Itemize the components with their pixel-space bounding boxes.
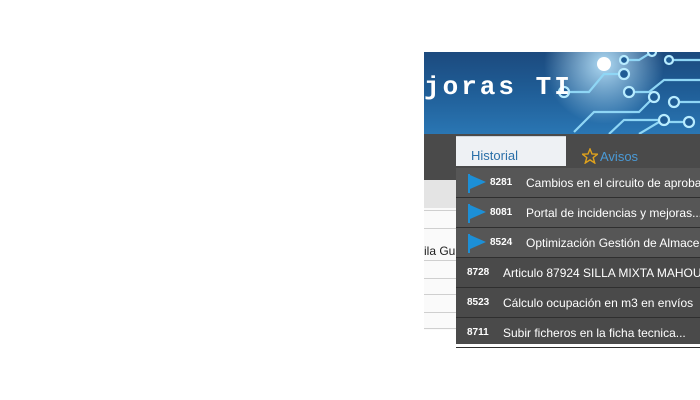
notification-id: 8524 — [490, 237, 513, 248]
notification-item[interactable]: 8711 Subir ficheros en la ficha tecnica.… — [456, 318, 700, 348]
tab-avisos-label[interactable]: Avisos — [600, 149, 638, 164]
notification-item[interactable]: 8524 Optimización Gestión de Almacen — [456, 228, 700, 258]
notification-id: 8081 — [490, 207, 513, 218]
notification-title: Cálculo ocupación en m3 en envíos — [503, 295, 694, 310]
app-title: joras TI — [424, 72, 573, 102]
notification-item[interactable]: 8728 Articulo 87924 SILLA MIXTA MAHOU — [456, 258, 700, 288]
header-banner: joras TI — [424, 52, 700, 134]
tab-avisos[interactable]: Avisos — [582, 146, 638, 166]
notification-item[interactable]: 8081 Portal de incidencias y mejoras... — [456, 198, 700, 228]
notification-item[interactable]: 8523 Cálculo ocupación en m3 en envíos — [456, 288, 700, 318]
notification-title: Portal de incidencias y mejoras... — [526, 205, 700, 220]
flag-icon — [468, 173, 486, 193]
star-icon — [582, 148, 598, 164]
avisos-dropdown: 8281 Cambios en el circuito de aprobac 8… — [456, 168, 700, 348]
flag-icon — [468, 203, 486, 223]
notification-id: 8711 — [467, 327, 489, 338]
notification-title: Cambios en el circuito de aprobac — [526, 175, 700, 190]
notification-id: 8728 — [467, 267, 490, 278]
notification-title: Articulo 87924 SILLA MIXTA MAHOU — [503, 265, 700, 280]
flag-icon — [468, 233, 486, 253]
background-name-cell: ila Gu — [424, 244, 456, 258]
notification-title: Optimización Gestión de Almacen — [526, 235, 700, 250]
notification-id: 8281 — [490, 177, 513, 188]
notification-id: 8523 — [467, 297, 490, 308]
tab-historial-label[interactable]: Historial — [471, 148, 518, 163]
notification-title: Subir ficheros en la ficha tecnica... — [503, 325, 686, 340]
notification-item[interactable]: 8281 Cambios en el circuito de aprobac — [456, 168, 700, 198]
